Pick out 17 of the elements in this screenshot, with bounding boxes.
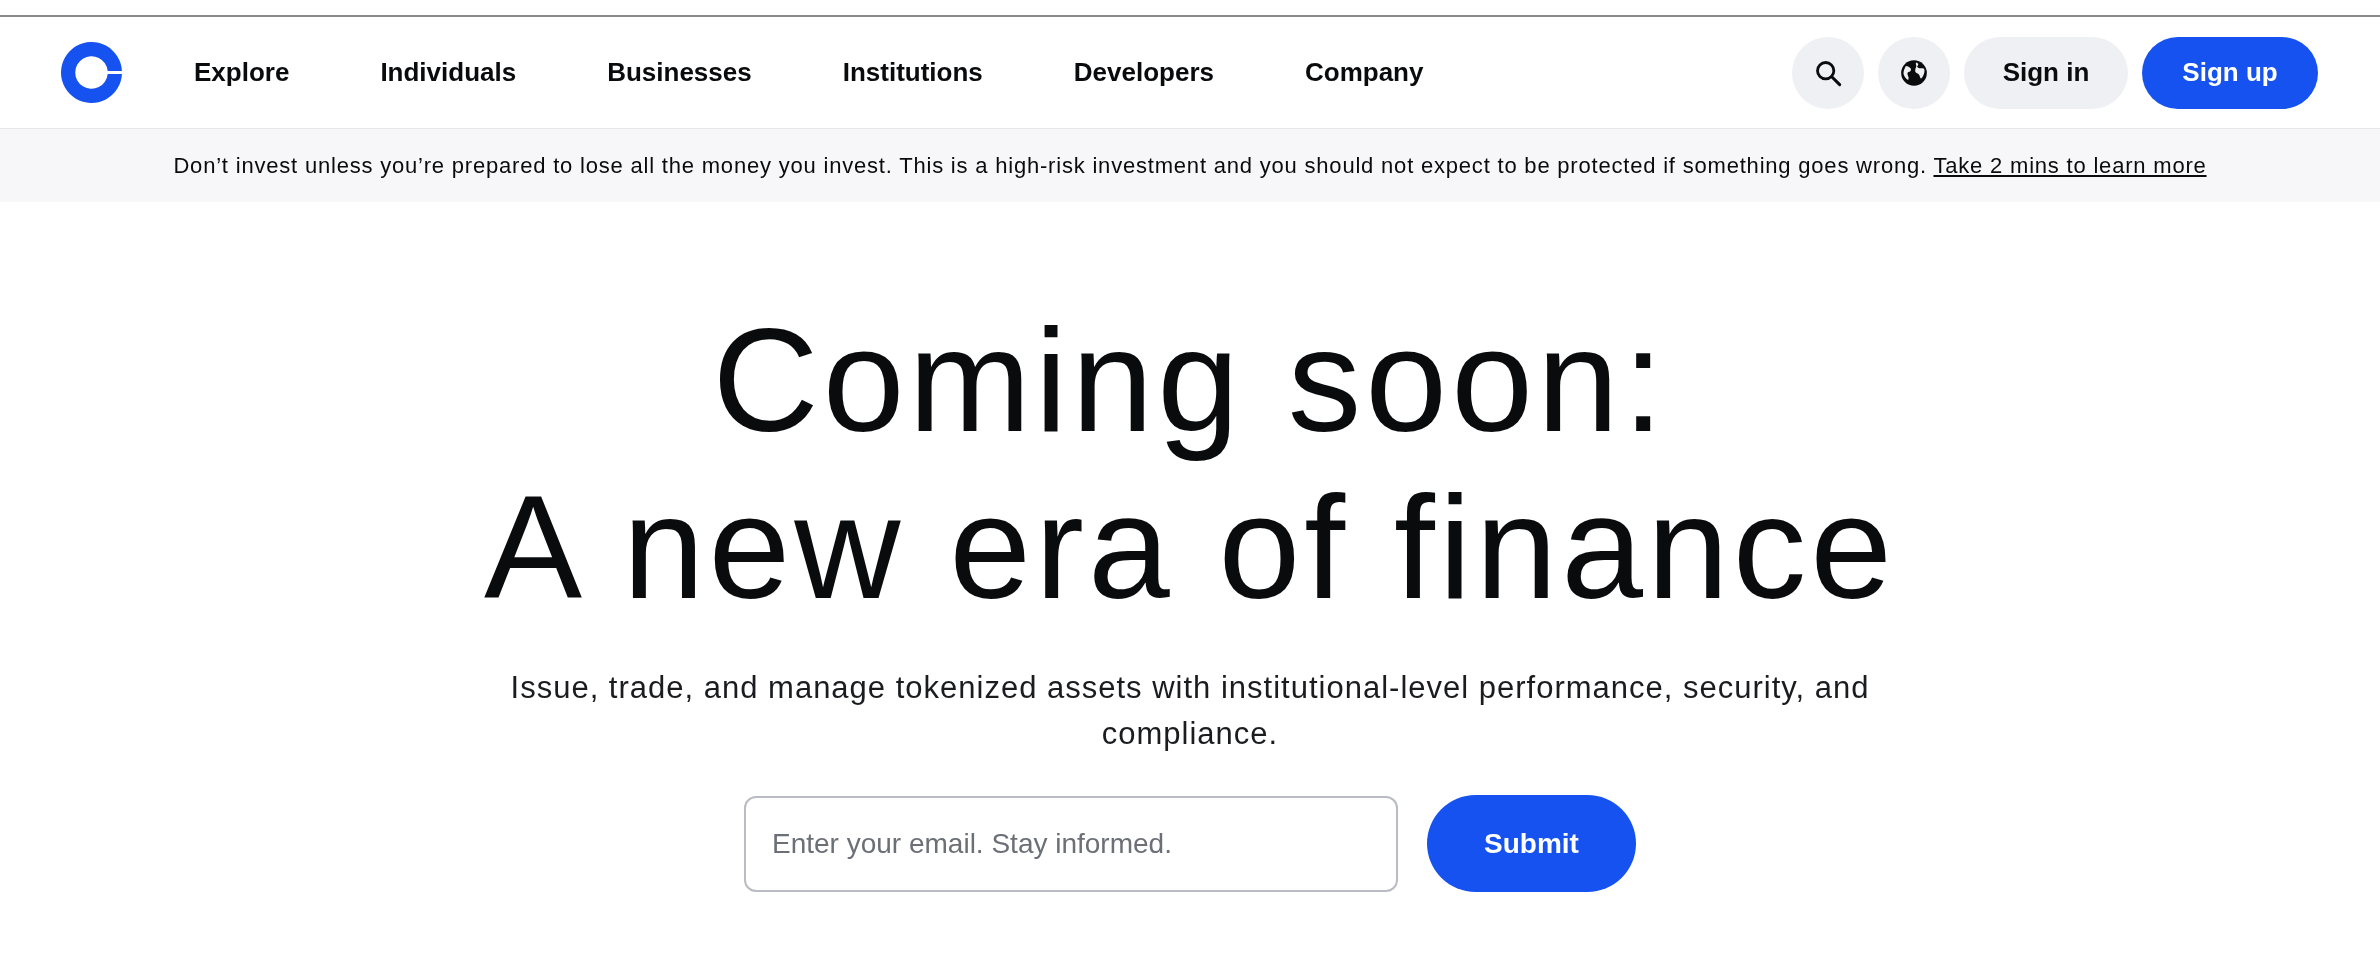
nav-link[interactable]: Businesses <box>607 53 752 92</box>
search-icon <box>1814 58 1842 87</box>
hero-subtitle: Issue, trade, and manage tokenized assets with institutional-level performance, security, and compliance. <box>509 669 1871 753</box>
nav-link[interactable]: Institutions <box>842 53 983 92</box>
hero-heading: Coming soon: A new era of finance <box>482 297 1897 631</box>
nav-link[interactable]: Individuals <box>380 53 517 92</box>
nav-link[interactable]: Developers <box>1073 53 1214 92</box>
learn-more-link[interactable]: Take 2 mins to learn more <box>1933 153 2207 178</box>
nav-link[interactable]: Explore <box>194 53 290 92</box>
risk-warning: Don’t invest unless you’re prepared to lose all the money you invest. This is a high-risk investment and you should not expect to be protected if something goes wrong. Take 2 mins to learn more <box>173 152 2207 180</box>
nav-link[interactable]: Company <box>1305 53 1424 92</box>
globe-icon <box>1900 58 1928 87</box>
logo-icon[interactable] <box>61 42 122 103</box>
sign-in-button[interactable]: Sign in <box>1964 36 2128 109</box>
submit-button[interactable]: Submit <box>1427 795 1636 892</box>
sign-up-button[interactable]: Sign up <box>2142 36 2318 109</box>
email-field[interactable]: Enter your email. Stay informed. <box>744 795 1398 892</box>
